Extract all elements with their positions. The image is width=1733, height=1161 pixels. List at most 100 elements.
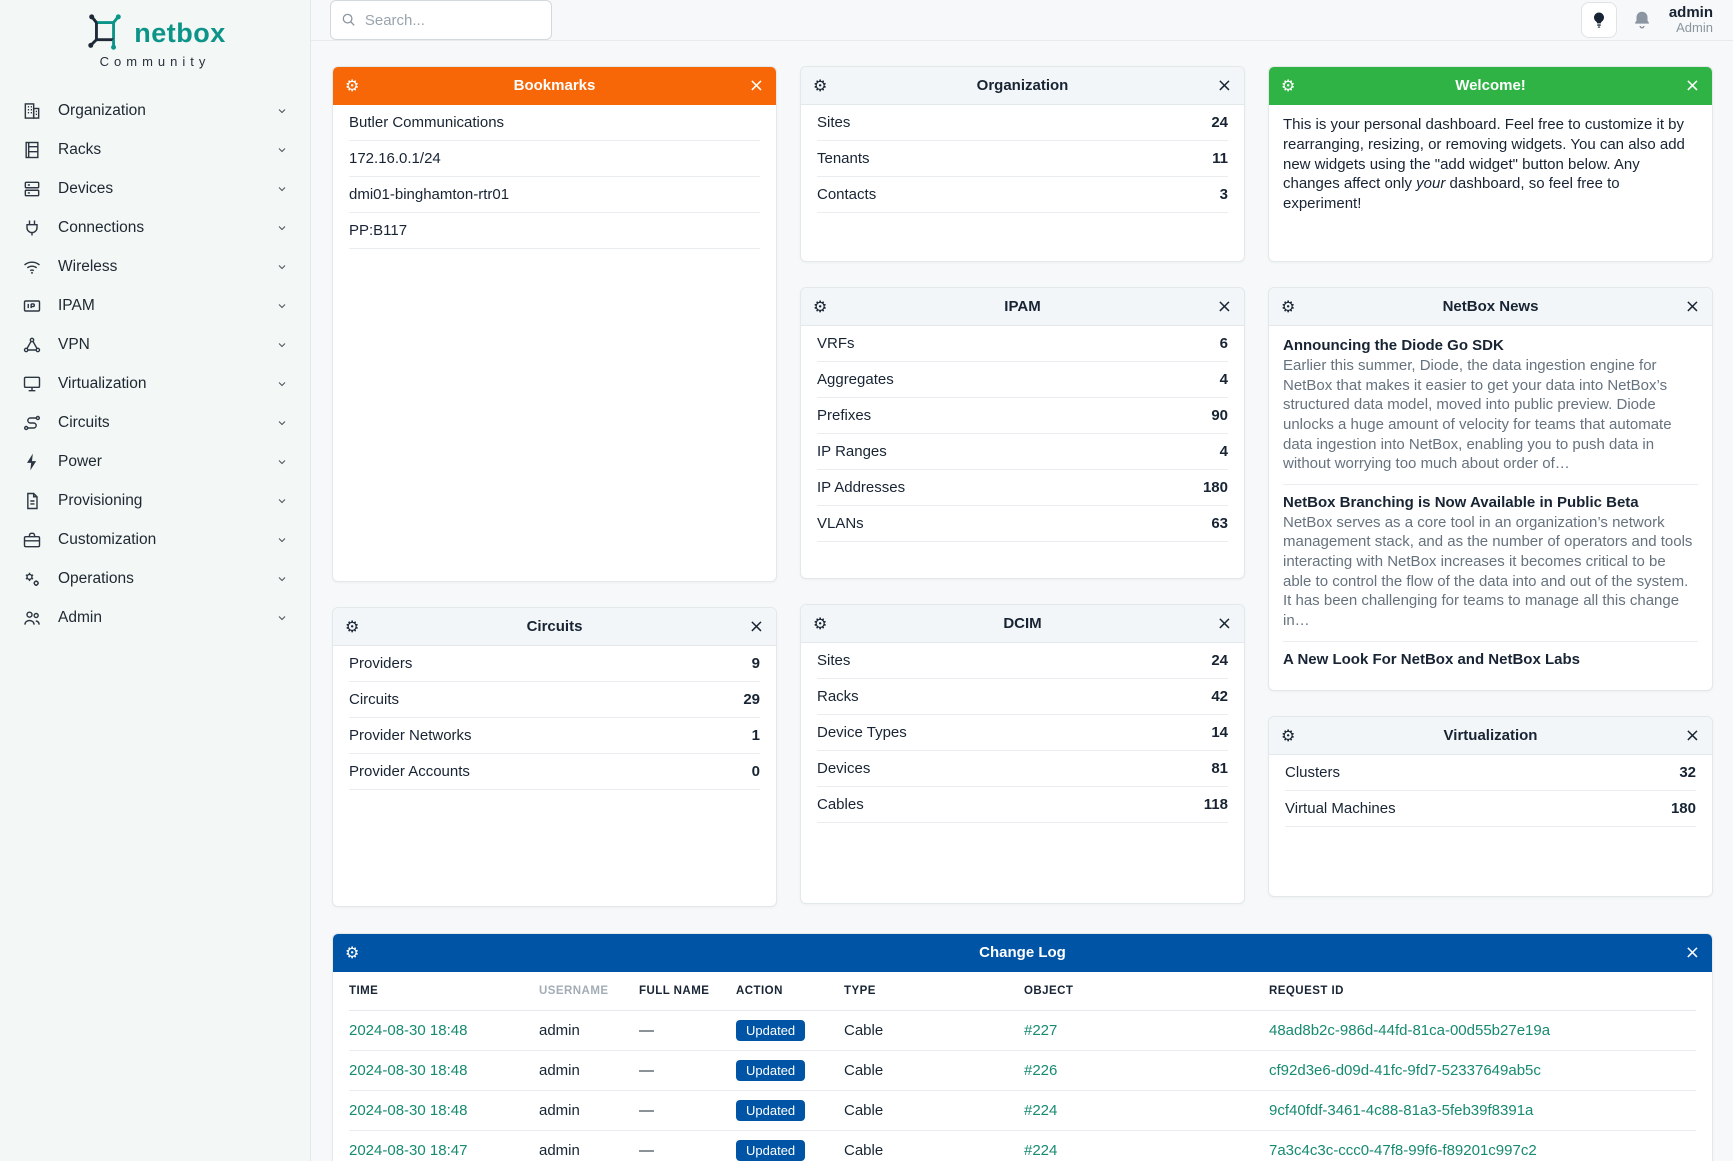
- news-body: Earlier this summer, Diode, the data ing…: [1283, 356, 1698, 474]
- widget-settings-icon[interactable]: ⚙: [345, 619, 365, 635]
- widget-close-icon[interactable]: ×: [1212, 298, 1232, 316]
- topbar: admin Admin: [311, 0, 1733, 41]
- bookmark-link[interactable]: 172.16.0.1/24: [349, 150, 441, 167]
- stat-row[interactable]: VLANs 63: [817, 506, 1228, 542]
- stat-row[interactable]: Sites 24: [817, 105, 1228, 141]
- sidebar-item[interactable]: Customization: [0, 520, 310, 559]
- column-header[interactable]: Object: [1024, 972, 1269, 1010]
- sidebar-item[interactable]: Admin: [0, 598, 310, 637]
- stat-list: Sites 24 Tenants 11 Contacts 3: [801, 105, 1244, 213]
- column-header[interactable]: Time: [349, 972, 539, 1010]
- stat-row[interactable]: Prefixes 90: [817, 398, 1228, 434]
- change-log-row: 2024-08-30 18:48 admin — Updated Cable #…: [349, 1010, 1696, 1050]
- stat-value: 0: [752, 763, 760, 780]
- sidebar-item[interactable]: Circuits: [0, 403, 310, 442]
- widget-virtualization-header: ⚙ Virtualization ×: [1269, 717, 1712, 755]
- search-box[interactable]: [330, 0, 552, 40]
- request-id-link[interactable]: 9cf40fdf-3461-4c88-81a3-5feb39f8391a: [1269, 1102, 1533, 1119]
- stat-row[interactable]: Racks 42: [817, 679, 1228, 715]
- widget-close-icon[interactable]: ×: [1212, 77, 1232, 95]
- change-time-link[interactable]: 2024-08-30 18:48: [349, 1102, 467, 1119]
- change-time-link[interactable]: 2024-08-30 18:48: [349, 1062, 467, 1079]
- sidebar-item[interactable]: Devices: [0, 169, 310, 208]
- news-headline[interactable]: NetBox Branching is Now Available in Pub…: [1283, 494, 1698, 511]
- stat-row[interactable]: Aggregates 4: [817, 362, 1228, 398]
- stat-row[interactable]: Devices 81: [817, 751, 1228, 787]
- stat-row[interactable]: IP Ranges 4: [817, 434, 1228, 470]
- request-id-link[interactable]: 48ad8b2c-986d-44fd-81ca-00d55b27e19a: [1269, 1022, 1550, 1039]
- stat-row[interactable]: Device Types 14: [817, 715, 1228, 751]
- sidebar-item[interactable]: Power: [0, 442, 310, 481]
- widget-settings-icon[interactable]: ⚙: [1281, 78, 1301, 94]
- sidebar-item-icon: [22, 452, 42, 472]
- change-object-link[interactable]: #224: [1024, 1102, 1057, 1119]
- widget-dcim: ⚙ DCIM × Sites 24 Racks: [800, 604, 1245, 904]
- stat-row[interactable]: Tenants 11: [817, 141, 1228, 177]
- sidebar-item[interactable]: Wireless: [0, 247, 310, 286]
- widget-dcim-header: ⚙ DCIM ×: [801, 605, 1244, 643]
- brand[interactable]: netbox Community: [0, 0, 310, 73]
- bookmark-link[interactable]: dmi01-binghamton-rtr01: [349, 186, 509, 203]
- bookmark-link[interactable]: Butler Communications: [349, 114, 504, 131]
- widget-settings-icon[interactable]: ⚙: [813, 299, 833, 315]
- stat-row[interactable]: Contacts 3: [817, 177, 1228, 213]
- widget-close-icon[interactable]: ×: [744, 77, 764, 95]
- widget-settings-icon[interactable]: ⚙: [813, 616, 833, 632]
- stat-row[interactable]: Providers 9: [349, 646, 760, 682]
- change-time-link[interactable]: 2024-08-30 18:47: [349, 1142, 467, 1159]
- request-id-link[interactable]: cf92d3e6-d09d-41fc-9fd7-52337649ab5c: [1269, 1062, 1541, 1079]
- change-time-link[interactable]: 2024-08-30 18:48: [349, 1022, 467, 1039]
- notifications-bell-icon[interactable]: [1631, 9, 1653, 31]
- stat-label: Cables: [817, 796, 864, 813]
- column-header[interactable]: Request ID: [1269, 972, 1696, 1010]
- widget-settings-icon[interactable]: ⚙: [1281, 299, 1301, 315]
- stat-row[interactable]: IP Addresses 180: [817, 470, 1228, 506]
- sidebar-item-label: Virtualization: [58, 375, 276, 393]
- stat-row[interactable]: Sites 24: [817, 643, 1228, 679]
- widget-settings-icon[interactable]: ⚙: [813, 78, 833, 94]
- change-object-link[interactable]: #227: [1024, 1022, 1057, 1039]
- stat-label: VLANs: [817, 515, 864, 532]
- sidebar-item[interactable]: IPAM: [0, 286, 310, 325]
- widget-close-icon[interactable]: ×: [1680, 77, 1700, 95]
- change-object-link[interactable]: #224: [1024, 1142, 1057, 1159]
- stat-row[interactable]: Provider Accounts 0: [349, 754, 760, 790]
- widget-title: DCIM: [833, 615, 1212, 632]
- stat-row[interactable]: Circuits 29: [349, 682, 760, 718]
- stat-row[interactable]: Provider Networks 1: [349, 718, 760, 754]
- widget-close-icon[interactable]: ×: [1212, 615, 1232, 633]
- widget-settings-icon[interactable]: ⚙: [345, 78, 365, 94]
- news-headline[interactable]: Announcing the Diode Go SDK: [1283, 337, 1698, 354]
- sidebar-item[interactable]: Provisioning: [0, 481, 310, 520]
- sidebar-item[interactable]: Connections: [0, 208, 310, 247]
- column-header[interactable]: Type: [844, 972, 1024, 1010]
- widget-close-icon[interactable]: ×: [1680, 944, 1700, 962]
- user-menu[interactable]: admin Admin: [1669, 4, 1713, 36]
- change-log-table: TimeUsernameFull NameActionTypeObjectReq…: [349, 972, 1696, 1161]
- news-headline[interactable]: A New Look For NetBox and NetBox Labs: [1283, 651, 1698, 668]
- widget-close-icon[interactable]: ×: [1680, 727, 1700, 745]
- stat-row[interactable]: VRFs 6: [817, 326, 1228, 362]
- stat-row[interactable]: Cables 118: [817, 787, 1228, 823]
- sidebar-item[interactable]: Operations: [0, 559, 310, 598]
- change-full-name: —: [639, 1010, 736, 1050]
- widget-close-icon[interactable]: ×: [744, 618, 764, 636]
- stat-row[interactable]: Virtual Machines 180: [1285, 791, 1696, 827]
- theme-toggle-button[interactable]: [1581, 2, 1617, 38]
- sidebar-item[interactable]: Organization: [0, 91, 310, 130]
- column-header[interactable]: Full Name: [639, 972, 736, 1010]
- request-id-link[interactable]: 7a3c4c3c-ccc0-47f8-99f6-f89201c997c2: [1269, 1142, 1537, 1159]
- widget-settings-icon[interactable]: ⚙: [345, 945, 365, 961]
- sidebar-item[interactable]: Virtualization: [0, 364, 310, 403]
- stat-row[interactable]: Clusters 32: [1285, 755, 1696, 791]
- column-header[interactable]: Username: [539, 972, 639, 1010]
- sidebar-item[interactable]: Racks: [0, 130, 310, 169]
- widget-close-icon[interactable]: ×: [1680, 298, 1700, 316]
- change-object-link[interactable]: #226: [1024, 1062, 1057, 1079]
- column-header[interactable]: Action: [736, 972, 844, 1010]
- bookmark-link[interactable]: PP:B117: [349, 222, 407, 239]
- stat-label: Prefixes: [817, 407, 871, 424]
- widget-settings-icon[interactable]: ⚙: [1281, 728, 1301, 744]
- search-input[interactable]: [365, 12, 541, 29]
- sidebar-item[interactable]: VPN: [0, 325, 310, 364]
